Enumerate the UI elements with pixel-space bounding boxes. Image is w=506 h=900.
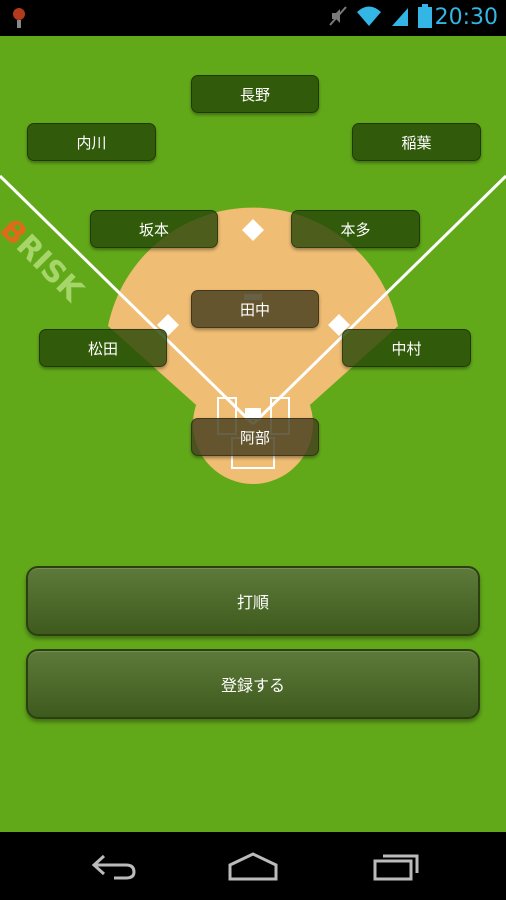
home-icon[interactable] <box>223 846 283 886</box>
position-shortstop[interactable]: 坂本 <box>90 210 218 248</box>
battery-icon <box>418 4 432 32</box>
brisk-letters-rest: RISK <box>9 228 91 310</box>
baseball-field: B RISK 長野 内川 稲葉 坂本 本多 田中 松田 中村 阿部 打順 登録す… <box>0 36 506 832</box>
back-icon[interactable] <box>84 846 144 886</box>
status-time: 20:30 <box>434 5 498 30</box>
register-button[interactable]: 登録する <box>26 649 480 719</box>
wifi-icon <box>356 5 382 31</box>
position-catcher[interactable]: 阿部 <box>191 418 319 456</box>
position-second-base[interactable]: 本多 <box>291 210 420 248</box>
mute-icon <box>328 5 348 31</box>
position-center-field[interactable]: 長野 <box>191 75 319 113</box>
signal-icon <box>390 5 410 31</box>
app-notification-icon <box>10 6 28 30</box>
position-pitcher[interactable]: 田中 <box>191 290 319 328</box>
batting-order-button[interactable]: 打順 <box>26 566 480 636</box>
position-left-field[interactable]: 内川 <box>27 123 156 161</box>
position-first-base[interactable]: 中村 <box>342 329 471 367</box>
status-bar: 20:30 <box>0 0 506 36</box>
position-right-field[interactable]: 稲葉 <box>352 123 481 161</box>
recent-apps-icon[interactable] <box>366 846 426 886</box>
position-third-base[interactable]: 松田 <box>39 329 167 367</box>
second-base-bag <box>242 219 264 241</box>
navigation-bar <box>0 832 506 900</box>
